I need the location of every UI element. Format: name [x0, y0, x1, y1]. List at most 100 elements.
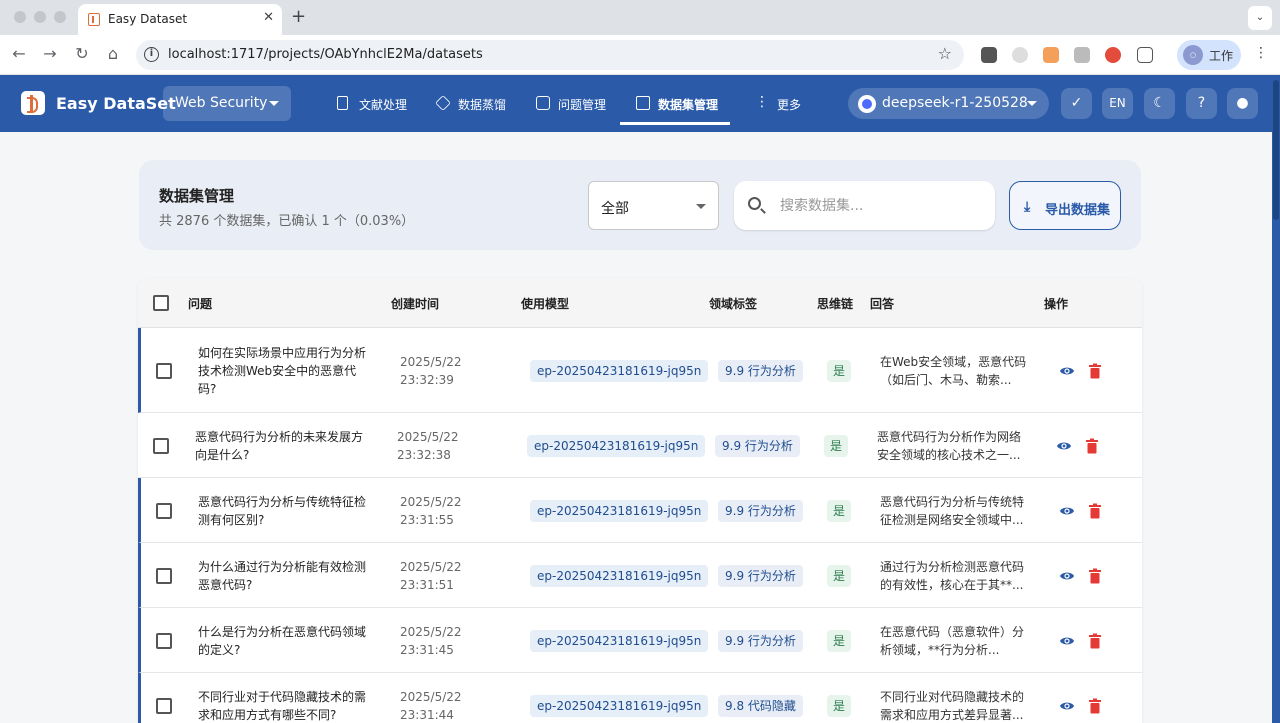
download-icon: ⤓	[1024, 199, 1031, 215]
dataset-table: 问题 创建时间 使用模型 领域标签 思维链 回答 操作 如何在实际场景中应用行为…	[138, 278, 1142, 723]
github-icon[interactable]: ●	[1227, 88, 1258, 119]
created-time: 2025/5/22 23:31:45	[400, 623, 500, 659]
select-all-checkbox[interactable]	[153, 295, 169, 311]
extension-icon[interactable]	[1074, 47, 1090, 63]
tab-close-icon[interactable]: ✕	[263, 10, 274, 25]
row-checkbox[interactable]	[156, 502, 172, 519]
row-checkbox[interactable]	[156, 362, 172, 379]
question-text[interactable]: 如何在实际场景中应用行为分析技术检测Web安全中的恶意代码?	[198, 344, 373, 398]
cube-icon	[435, 95, 451, 111]
delete-trash-icon[interactable]	[1088, 568, 1102, 584]
task-check-icon[interactable]: ✓	[1061, 88, 1092, 119]
extension-icon[interactable]	[981, 47, 997, 63]
site-info-icon[interactable]: i	[144, 47, 159, 62]
created-date: 2025/5/22	[400, 689, 462, 704]
table-row[interactable]: 为什么通过行为分析能有效检测恶意代码? 2025/5/22 23:31:51 e…	[138, 543, 1142, 608]
view-eye-icon[interactable]	[1059, 568, 1075, 584]
filter-select[interactable]: 全部	[588, 181, 719, 230]
extension-icon[interactable]	[1043, 47, 1059, 63]
home-icon[interactable]: ⌂	[103, 44, 123, 64]
delete-trash-icon[interactable]	[1088, 633, 1102, 649]
app-title: Easy DataSet	[56, 94, 176, 113]
created-clock: 23:31:55	[400, 512, 454, 527]
column-header[interactable]: 领域标签	[709, 295, 757, 312]
nav-label: 文献处理	[359, 98, 408, 112]
table-row[interactable]: 不同行业对于代码隐藏技术的需求和应用方式有哪些不同? 2025/5/22 23:…	[138, 673, 1142, 723]
created-clock: 23:31:44	[400, 707, 454, 722]
question-text[interactable]: 恶意代码行为分析与传统特征检测有何区别?	[198, 493, 373, 529]
window-maximize-button[interactable]	[54, 11, 66, 23]
delete-trash-icon[interactable]	[1088, 698, 1102, 714]
reload-icon[interactable]: ↻	[72, 44, 92, 64]
cot-chip: 是	[827, 359, 851, 382]
row-checkbox[interactable]	[156, 632, 172, 649]
answer-text: 恶意代码行为分析与传统特征检测是网络安全领域中...	[880, 494, 1025, 527]
window-close-button[interactable]	[14, 11, 26, 23]
more-vertical-icon: ⋮	[755, 94, 769, 110]
created-time: 2025/5/22 23:32:38	[397, 428, 497, 464]
forward-icon[interactable]: →	[40, 44, 60, 64]
row-checkbox[interactable]	[156, 567, 172, 584]
column-header[interactable]: 操作	[1044, 295, 1068, 312]
window-minimize-button[interactable]	[34, 11, 46, 23]
view-eye-icon[interactable]	[1059, 363, 1075, 379]
column-header[interactable]: 创建时间	[391, 295, 439, 312]
search-input[interactable]	[780, 195, 980, 217]
column-header[interactable]: 思维链	[817, 295, 853, 312]
column-header[interactable]: 问题	[188, 295, 212, 312]
delete-trash-icon[interactable]	[1088, 503, 1102, 519]
help-icon[interactable]: ?	[1186, 88, 1217, 119]
scrollbar-thumb[interactable]	[1273, 80, 1279, 220]
extension-icon[interactable]	[1105, 47, 1121, 63]
table-row[interactable]: 恶意代码行为分析与传统特征检测有何区别? 2025/5/22 23:31:55 …	[138, 478, 1142, 543]
view-eye-icon[interactable]	[1059, 698, 1075, 714]
question-text[interactable]: 不同行业对于代码隐藏技术的需求和应用方式有哪些不同?	[198, 688, 373, 723]
page-title: 数据集管理	[159, 187, 235, 205]
row-checkbox[interactable]	[156, 697, 172, 714]
browser-menu-icon[interactable]: ⋮	[1254, 45, 1268, 61]
question-text[interactable]: 什么是行为分析在恶意代码领域的定义?	[198, 623, 373, 659]
domain-tag-chip: 9.8 代码隐藏	[718, 694, 803, 717]
bookmark-star-icon[interactable]: ☆	[938, 44, 952, 63]
answer-text: 在恶意代码（恶意软件）分析领域，**行为分析...	[880, 624, 1025, 657]
browser-tab[interactable]: Easy Dataset ✕	[78, 4, 282, 35]
view-eye-icon[interactable]	[1059, 633, 1075, 649]
question-text[interactable]: 为什么通过行为分析能有效检测恶意代码?	[198, 558, 373, 594]
profile-button[interactable]: ○ 工作	[1177, 40, 1241, 70]
table-row[interactable]: 恶意代码行为分析的未来发展方向是什么? 2025/5/22 23:32:38 e…	[138, 413, 1142, 478]
dataset-count-text: 共 2876 个数据集，已确认 1 个（0.03%）	[159, 214, 415, 229]
row-checkbox[interactable]	[153, 437, 169, 454]
project-select[interactable]: Web Security	[163, 86, 291, 121]
new-tab-icon[interactable]: +	[291, 6, 306, 27]
chevron-down-icon	[696, 204, 706, 209]
model-chip: ep-20250423181619-jq95n	[530, 359, 709, 382]
address-bar[interactable]: i localhost:1717/projects/OAbYnhclE2Ma/d…	[136, 40, 964, 70]
delete-trash-icon[interactable]	[1085, 438, 1099, 454]
table-row[interactable]: 什么是行为分析在恶意代码领域的定义? 2025/5/22 23:31:45 ep…	[138, 608, 1142, 673]
table-row[interactable]: 如何在实际场景中应用行为分析技术检测Web安全中的恶意代码? 2025/5/22…	[138, 328, 1142, 413]
delete-trash-icon[interactable]	[1088, 363, 1102, 379]
question-text[interactable]: 恶意代码行为分析的未来发展方向是什么?	[195, 428, 370, 464]
model-chip: ep-20250423181619-jq95n	[530, 564, 709, 587]
chevron-down-icon	[269, 101, 279, 106]
deepseek-icon	[858, 95, 876, 113]
tab-search-icon[interactable]: ⌄	[1248, 6, 1272, 30]
created-date: 2025/5/22	[397, 429, 459, 444]
view-eye-icon[interactable]	[1056, 438, 1072, 454]
answer-text: 通过行为分析检测恶意代码的有效性，核心在于其**...	[880, 559, 1025, 592]
dark-mode-icon[interactable]: ☾	[1144, 88, 1175, 119]
extension-icon[interactable]	[1012, 47, 1028, 63]
column-header[interactable]: 回答	[870, 295, 894, 312]
model-select[interactable]: deepseek-r1-250528	[848, 88, 1049, 119]
column-header[interactable]: 使用模型	[521, 295, 569, 312]
cot-chip: 是	[827, 499, 851, 522]
search-box[interactable]	[734, 181, 995, 230]
back-icon[interactable]: ←	[9, 44, 29, 64]
extensions-puzzle-icon[interactable]	[1137, 47, 1153, 63]
chevron-down-icon	[1027, 101, 1037, 106]
url-text[interactable]: localhost:1717/projects/OAbYnhclE2Ma/dat…	[168, 47, 483, 62]
view-eye-icon[interactable]	[1059, 503, 1075, 519]
export-button[interactable]: ⤓ 导出数据集	[1009, 181, 1121, 230]
model-label: deepseek-r1-250528	[882, 95, 1028, 111]
language-button[interactable]: EN	[1102, 88, 1133, 119]
